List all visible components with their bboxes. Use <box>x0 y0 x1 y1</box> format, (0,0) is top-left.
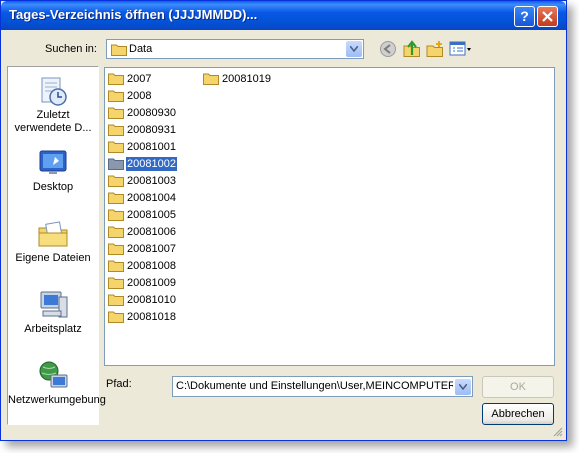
new-folder-icon <box>426 41 443 57</box>
close-button[interactable] <box>537 6 558 27</box>
folder-name: 20081004 <box>127 192 176 204</box>
look-in-dropdown-button[interactable] <box>346 41 362 57</box>
resize-grip-icon[interactable] <box>552 426 563 437</box>
folder-name: 20080931 <box>127 124 176 136</box>
chevron-down-icon <box>459 384 467 390</box>
my-computer-icon <box>40 291 68 318</box>
folder-name: 20081008 <box>127 260 176 272</box>
place-label: Netzwerkumgebung <box>8 394 106 406</box>
folder-icon <box>108 107 124 119</box>
folder-icon <box>108 311 124 323</box>
folder-name: 2007 <box>127 73 152 85</box>
look-in-label: Suchen in: <box>45 43 97 55</box>
window-title: Tages-Verzeichnis öffnen (JJJJMMDD)... <box>9 7 258 22</box>
folder-name: 20081001 <box>127 141 176 153</box>
up-folder-button[interactable] <box>403 40 423 60</box>
folder-name: 20081010 <box>127 294 176 306</box>
folder-icon <box>108 192 124 204</box>
folder-icon <box>111 44 127 56</box>
folder-icon <box>108 277 124 289</box>
chevron-down-icon <box>350 46 358 52</box>
path-input[interactable]: C:\Dokumente und Einstellungen\User,MEIN… <box>172 376 473 397</box>
place-network[interactable]: Netzwerkumgebung <box>8 360 106 407</box>
look-in-dropdown[interactable]: Data <box>106 39 364 59</box>
place-label: Zuletzt verwendete D... <box>14 109 92 134</box>
folder-icon <box>108 175 124 187</box>
folder-icon <box>108 124 124 136</box>
up-folder-icon <box>403 40 420 57</box>
folder-name: 20081003 <box>127 175 176 187</box>
folder-name: 20081007 <box>127 243 176 255</box>
folder-name: 20081018 <box>127 311 176 323</box>
place-recent[interactable]: Zuletzt verwendete D... <box>8 75 98 135</box>
help-button[interactable]: ? <box>514 6 535 27</box>
ok-button[interactable]: OK <box>482 376 554 398</box>
folder-icon <box>108 209 124 221</box>
place-my-documents[interactable]: Eigene Dateien <box>8 218 98 265</box>
back-arrow-icon <box>380 41 396 57</box>
folder-icon <box>108 141 124 153</box>
place-label: Arbeitsplatz <box>24 323 82 335</box>
folder-name: 20081019 <box>222 73 271 85</box>
path-label: Pfad: <box>106 378 132 390</box>
folder-icon <box>108 90 124 102</box>
look-in-value: Data <box>129 43 153 55</box>
folder-icon <box>108 158 124 170</box>
folder-name: 20081006 <box>127 226 176 238</box>
folder-icon <box>108 243 124 255</box>
place-label: Desktop <box>32 181 74 193</box>
place-label: Eigene Dateien <box>15 252 91 264</box>
new-folder-button[interactable] <box>426 40 446 60</box>
dialog-window: Tages-Verzeichnis öffnen (JJJJMMDD)... ?… <box>0 0 567 441</box>
view-menu-icon <box>449 41 471 56</box>
path-value: C:\Dokumente und Einstellungen\User,MEIN… <box>176 380 453 392</box>
folder-name: 20080930 <box>127 107 176 119</box>
path-dropdown-button[interactable] <box>455 379 471 395</box>
close-x-icon <box>542 11 553 22</box>
folder-name: 20081009 <box>127 277 176 289</box>
cancel-button[interactable]: Abbrechen <box>482 403 554 425</box>
place-my-computer[interactable]: Arbeitsplatz <box>8 289 98 336</box>
place-desktop[interactable]: Desktop <box>8 147 98 194</box>
view-menu-button[interactable] <box>449 40 473 60</box>
folder-icon <box>108 226 124 238</box>
folder-icon <box>108 73 124 85</box>
file-list[interactable]: 2007 2008 20080930 20080931 20081001 200… <box>104 67 555 366</box>
folder-name: 20081002 <box>126 157 177 171</box>
my-documents-icon <box>38 221 68 247</box>
folder-icon <box>108 294 124 306</box>
recent-documents-icon <box>41 77 67 106</box>
folder-icon <box>108 260 124 272</box>
network-places-icon <box>39 361 68 388</box>
question-mark-icon: ? <box>520 8 529 24</box>
desktop-icon <box>39 150 67 174</box>
folder-name: 2008 <box>127 90 152 102</box>
folder-icon <box>203 73 219 85</box>
back-button[interactable] <box>379 40 399 60</box>
places-bar: Zuletzt verwendete D... Desktop Eigene D… <box>7 66 106 425</box>
folder-name: 20081005 <box>127 209 176 221</box>
title-bar[interactable]: Tages-Verzeichnis öffnen (JJJJMMDD)... ? <box>1 1 566 30</box>
